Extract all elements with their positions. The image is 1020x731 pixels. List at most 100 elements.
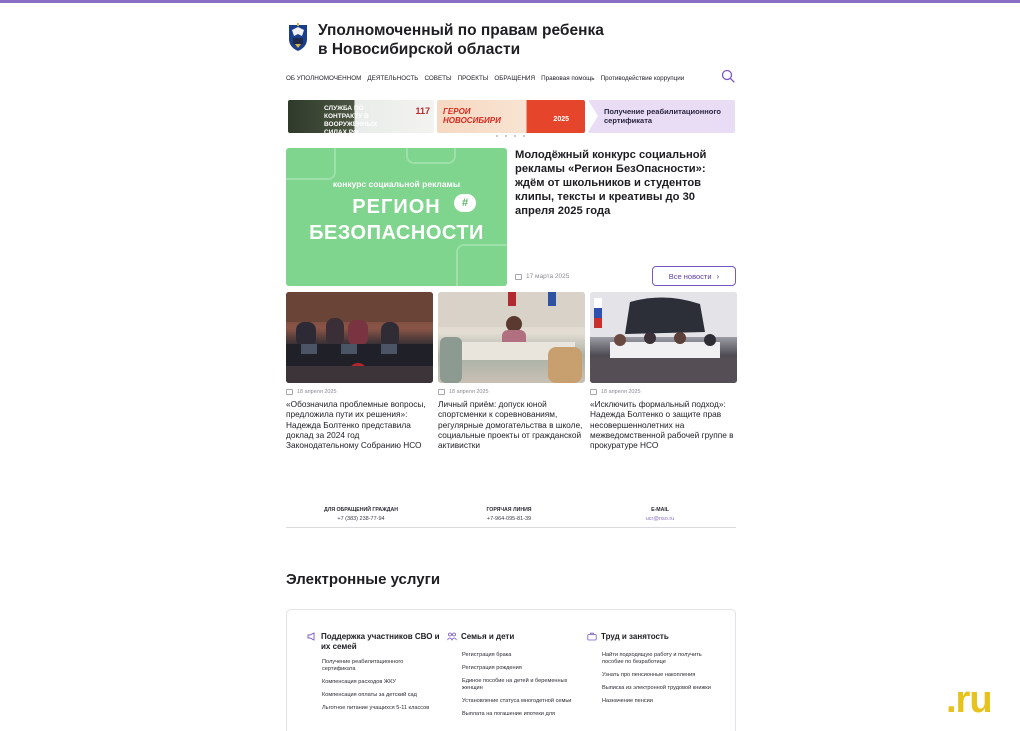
news-card-title[interactable]: Личный приём: допуск юной спортсменки к … (438, 399, 583, 450)
service-link[interactable]: Единое пособие на детей и беременных жен… (462, 678, 574, 692)
contact-phone-link[interactable]: +7 (383) 238-77-94 (286, 516, 436, 522)
featured-image-subtitle: конкурс социальной рекламы (332, 179, 461, 189)
service-link[interactable]: Льготное питание учащихся 5-11 классов (322, 705, 434, 712)
all-news-label: Все новости (668, 271, 712, 281)
nav-item-appeals[interactable]: ОБРАЩЕНИЯ (494, 75, 535, 82)
service-list: Найти подходящую работу и получить пособ… (587, 652, 727, 705)
news-card-photo[interactable] (286, 292, 433, 383)
banner-carousel: СЛУЖБА ПО КОНТРАКТУ В ВООРУЖЕННЫХ СИЛАХ … (286, 100, 736, 134)
service-link[interactable]: Регистрация рождения (462, 665, 574, 672)
chevron-right-icon: › (716, 271, 720, 281)
banner-contract-text: СЛУЖБА ПО КОНТРАКТУ В ВООРУЖЕННЫХ СИЛАХ … (324, 105, 378, 133)
featured-news-title[interactable]: Молодёжный конкурс социальной рекламы «Р… (515, 148, 736, 218)
contact-hotline-link[interactable]: +7-964-095-81-39 (434, 516, 584, 522)
nav-item-legal-help[interactable]: Правовая помощь (541, 75, 594, 82)
service-heading[interactable]: Семья и дети (447, 632, 587, 642)
contacts-strip: ДЛЯ ОБРАЩЕНИЙ ГРАЖДАН +7 (383) 238-77-94… (286, 507, 736, 529)
banner-heroes[interactable]: ГЕРОИ НОВОСИБИРИ 2025 (437, 100, 585, 133)
decor-shape (286, 148, 336, 180)
news-card-title[interactable]: «Исключить формальный подход»: Надежда Б… (590, 399, 735, 450)
banner-rehab-certificate[interactable]: Получение реабилитационного сертификата (588, 100, 735, 133)
service-link[interactable]: Компенсация оплаты за детский сад (322, 692, 434, 699)
news-card-date-text: 18 апреля 2025 (449, 389, 489, 395)
service-heading[interactable]: Труд и занятость (587, 632, 727, 642)
carousel-dots (496, 135, 532, 137)
carousel-dot[interactable] (496, 135, 498, 137)
ru-watermark-logo: .ru (946, 679, 993, 721)
contact-email-link[interactable]: ucr@nso.ru (585, 516, 735, 522)
services-panel: Поддержка участников СВО и их семей Полу… (286, 609, 736, 731)
nav-item-about[interactable]: ОБ УПОЛНОМОЧЕННОМ (286, 75, 361, 82)
nav-item-activity[interactable]: ДЕЯТЕЛЬНОСТЬ (367, 75, 418, 82)
service-link[interactable]: Компенсация расходов ЖКУ (322, 679, 434, 686)
megaphone-icon (307, 632, 315, 641)
featured-news-image[interactable]: конкурс социальной рекламы РЕГИОН БЕЗОПА… (286, 148, 507, 286)
calendar-icon (438, 389, 445, 395)
news-card-date: 18 апреля 2025 (286, 389, 433, 395)
banner-rehab-text: Получение реабилитационного сертификата (604, 107, 721, 125)
nav-item-advice[interactable]: СОВЕТЫ (424, 75, 451, 82)
nav-item-projects[interactable]: ПРОЕКТЫ (458, 75, 489, 82)
service-list: Регистрация брака Регистрация рождения Е… (447, 652, 587, 718)
calendar-icon (590, 389, 597, 395)
hashtag-bubble-icon: # (454, 194, 476, 212)
service-link[interactable]: Найти подходящую работу и получить пособ… (602, 652, 714, 666)
banner-contract-service[interactable]: СЛУЖБА ПО КОНТРАКТУ В ВООРУЖЕННЫХ СИЛАХ … (288, 100, 434, 133)
featured-date-text: 17 марта 2025 (526, 273, 570, 280)
banner-arrow-shape (588, 100, 598, 132)
reception-photo-illustration (438, 292, 585, 383)
contact-appeals: ДЛЯ ОБРАЩЕНИЙ ГРАЖДАН +7 (383) 238-77-94 (286, 507, 436, 522)
service-link[interactable]: Выписка из электронной трудовой книжки (602, 685, 714, 692)
news-card[interactable]: 18 апреля 2025 Личный приём: допуск юной… (438, 292, 585, 450)
news-card[interactable]: 18 апреля 2025 «Обозначила проблемные во… (286, 292, 433, 450)
contact-label: ГОРЯЧАЯ ЛИНИЯ (486, 507, 532, 513)
service-list: Получение реабилитационного сертификата … (307, 659, 447, 712)
calendar-icon (286, 389, 293, 395)
site-title-line2: в Новосибирской области (318, 41, 521, 58)
site-header: Уполномоченный по правам ребенка в Новос… (286, 20, 736, 60)
service-column-family: Семья и дети Регистрация брака Регистрац… (447, 632, 587, 724)
banner-contract-number: 117 (415, 106, 430, 116)
featured-news-date: 17 марта 2025 (515, 273, 569, 280)
news-card-photo[interactable] (590, 292, 737, 383)
coat-of-arms-icon[interactable] (286, 22, 310, 52)
divider (286, 527, 736, 528)
services-section-title: Электронные услуги (286, 571, 441, 588)
service-link[interactable]: Назначение пенсии (602, 698, 714, 705)
service-link[interactable]: Регистрация брака (462, 652, 574, 659)
service-link[interactable]: Установление статуса многодетной семьи (462, 698, 574, 705)
contact-hotline: ГОРЯЧАЯ ЛИНИЯ +7-964-095-81-39 (434, 507, 584, 522)
news-card-date-text: 18 апреля 2025 (297, 389, 337, 395)
news-card-date: 18 апреля 2025 (590, 389, 737, 395)
decor-shape (406, 148, 456, 164)
nav-item-anticorruption[interactable]: Противодействие коррупции (601, 75, 685, 82)
service-link[interactable]: Выплата на погашение ипотеки для (462, 711, 574, 718)
decor-shape (456, 244, 507, 286)
calendar-icon (515, 273, 522, 280)
featured-image-title-2: БЕЗОПАСНОСТИ (309, 222, 484, 244)
carousel-dot[interactable] (505, 135, 507, 137)
service-heading-text: Семья и дети (461, 632, 515, 641)
carousel-dot[interactable] (523, 135, 525, 137)
service-column-labor: Труд и занятость Найти подходящую работу… (587, 632, 727, 711)
meeting-photo-illustration (590, 292, 737, 383)
service-heading[interactable]: Поддержка участников СВО и их семей (307, 632, 447, 651)
carousel-dot[interactable] (514, 135, 516, 137)
assembly-photo-illustration (286, 292, 433, 383)
service-link[interactable]: Узнать про пенсионные накопления (602, 672, 714, 679)
news-card[interactable]: 18 апреля 2025 «Исключить формальный под… (590, 292, 737, 450)
contact-label: E-MAIL (651, 507, 669, 513)
banner-heroes-year: 2025 (553, 116, 569, 123)
site-title-line1: Уполномоченный по правам ребенка (318, 22, 604, 39)
main-nav: ОБ УПОЛНОМОЧЕННОМ ДЕЯТЕЛЬНОСТЬ СОВЕТЫ ПР… (286, 69, 736, 84)
site-title[interactable]: Уполномоченный по правам ребенка в Новос… (318, 21, 648, 59)
news-card-title[interactable]: «Обозначила проблемные вопросы, предложи… (286, 399, 431, 450)
all-news-button[interactable]: Все новости › (652, 266, 736, 286)
contact-label: ДЛЯ ОБРАЩЕНИЙ ГРАЖДАН (324, 507, 398, 513)
search-icon[interactable] (720, 68, 736, 84)
service-heading-text: Поддержка участников СВО и их семей (321, 632, 440, 651)
service-column-svo: Поддержка участников СВО и их семей Полу… (307, 632, 447, 718)
service-link[interactable]: Получение реабилитационного сертификата (322, 659, 434, 673)
briefcase-icon (587, 632, 597, 641)
news-card-photo[interactable] (438, 292, 585, 383)
